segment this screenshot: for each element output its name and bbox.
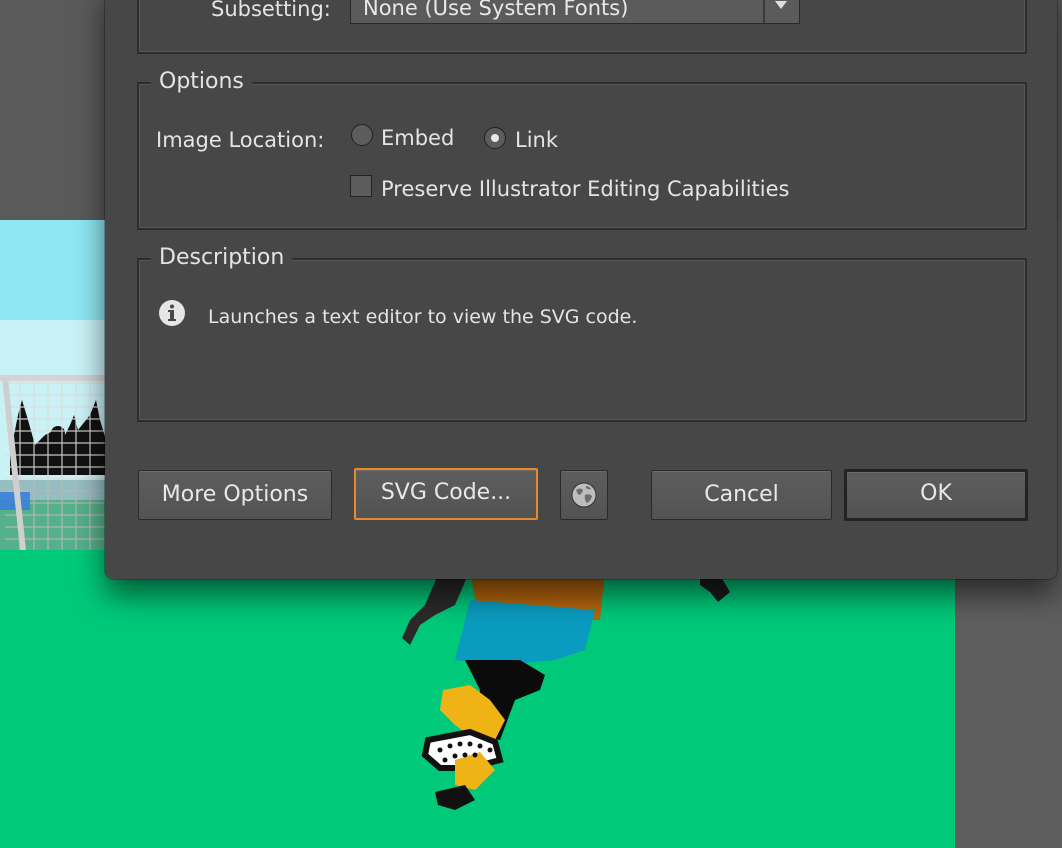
link-label[interactable]: Link	[515, 127, 558, 153]
select-divider	[763, 0, 765, 23]
cancel-button[interactable]: Cancel	[651, 470, 832, 520]
subsetting-select[interactable]: None (Use System Fonts)	[350, 0, 800, 24]
description-group: Description Launches a text editor to vi…	[137, 244, 1027, 422]
options-group: Options Image Location: Embed Link Prese…	[137, 68, 1027, 230]
info-icon	[159, 300, 185, 326]
ok-button[interactable]: OK	[844, 469, 1028, 521]
image-location-label: Image Location:	[156, 128, 325, 152]
subsetting-label: Subsetting:	[211, 0, 331, 21]
svg-code-button[interactable]: SVG Code...	[354, 468, 538, 520]
description-legend: Description	[151, 244, 293, 272]
link-radio[interactable]	[484, 127, 506, 149]
preserve-editing-label[interactable]: Preserve Illustrator Editing Capabilitie…	[381, 176, 789, 202]
embed-radio[interactable]	[351, 124, 373, 146]
subsetting-value: None (Use System Fonts)	[363, 0, 629, 20]
options-legend: Options	[151, 68, 252, 96]
globe-icon	[571, 482, 597, 508]
embed-label[interactable]: Embed	[381, 125, 454, 151]
fonts-group: Subsetting: None (Use System Fonts)	[137, 0, 1027, 54]
more-options-button[interactable]: More Options	[138, 470, 332, 520]
chevron-down-icon	[775, 1, 787, 9]
description-text: Launches a text editor to view the SVG c…	[208, 306, 638, 328]
svg-options-dialog: Subsetting: None (Use System Fonts) Opti…	[105, 0, 1057, 579]
preserve-editing-checkbox[interactable]	[350, 175, 372, 197]
web-preview-button[interactable]	[560, 470, 608, 520]
